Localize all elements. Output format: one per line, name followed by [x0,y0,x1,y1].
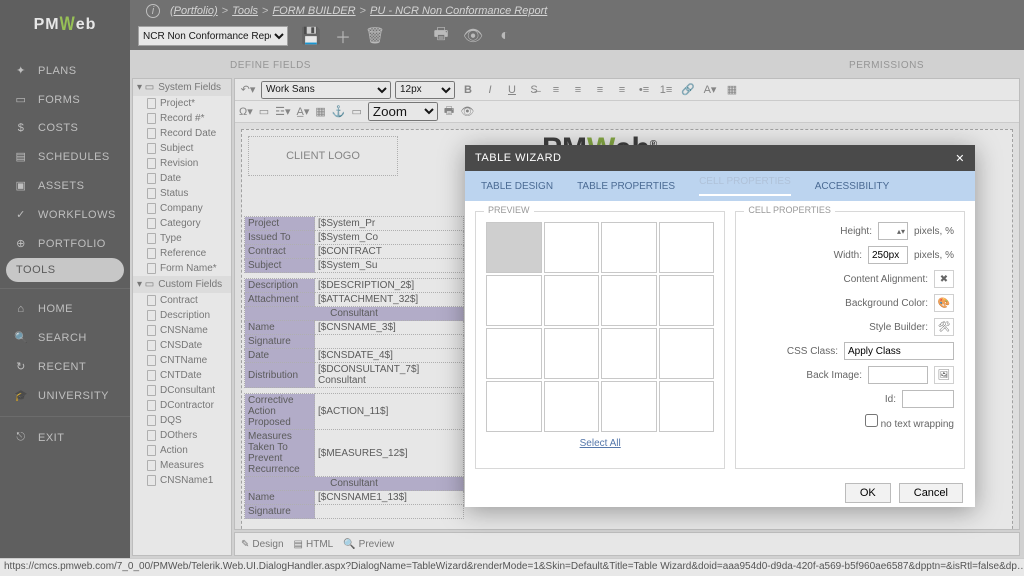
grid-cell-selected[interactable] [486,222,542,273]
cell-properties-fieldset: CELL PROPERTIES Height:▴▾pixels, % Width… [735,211,965,469]
grid-cell[interactable] [659,275,715,326]
grid-cell[interactable] [544,328,600,379]
style-builder-button[interactable]: 🛠 [934,318,954,336]
grid-cell[interactable] [601,222,657,273]
bgcolor-label: Background Color: [845,298,928,309]
browser-status-bar: https://cmcs.pmweb.com/7_0_00/PMWeb/Tele… [0,558,1024,576]
alignment-label: Content Alignment: [844,274,929,285]
image-browse-icon[interactable]: 🖼 [934,366,954,384]
modal-footer: OK Cancel [465,479,975,507]
grid-cell[interactable] [544,222,600,273]
id-input[interactable] [902,390,954,408]
backimage-label: Back Image: [806,370,862,381]
tab-table-properties[interactable]: TABLE PROPERTIES [577,181,675,192]
width-label: Width: [834,250,862,261]
grid-cell[interactable] [659,222,715,273]
grid-cell[interactable] [544,381,600,432]
css-label: CSS Class: [787,346,838,357]
height-input[interactable]: ▴▾ [878,222,908,240]
modal-title: TABLE WIZARD [475,152,561,164]
tab-accessibility[interactable]: ACCESSIBILITY [815,181,889,192]
grid-cell[interactable] [601,328,657,379]
tab-table-design[interactable]: TABLE DESIGN [481,181,553,192]
grid-cell[interactable] [601,275,657,326]
tab-cell-properties[interactable]: CELL PROPERTIES [699,176,791,196]
cell-properties-legend: CELL PROPERTIES [744,205,835,215]
modal-title-bar: TABLE WIZARD ✕ [465,145,975,171]
close-icon[interactable]: ✕ [955,152,965,165]
id-label: Id: [885,394,896,405]
ok-button[interactable]: OK [845,483,891,503]
backimage-input[interactable] [868,366,928,384]
alignment-picker[interactable]: ✖ [934,270,954,288]
preview-fieldset: PREVIEW Select All [475,211,725,469]
grid-cell[interactable] [486,275,542,326]
table-preview-grid[interactable] [486,222,714,432]
grid-cell[interactable] [659,328,715,379]
height-label: Height: [840,226,872,237]
grid-cell[interactable] [486,381,542,432]
nowrap-checkbox[interactable]: no text wrapping [865,414,954,430]
preview-legend: PREVIEW [484,205,534,215]
cancel-button[interactable]: Cancel [899,483,963,503]
grid-cell[interactable] [601,381,657,432]
grid-cell[interactable] [486,328,542,379]
grid-cell[interactable] [544,275,600,326]
bgcolor-picker[interactable]: 🎨 [934,294,954,312]
modal-tabs: TABLE DESIGN TABLE PROPERTIES CELL PROPE… [465,171,975,201]
style-label: Style Builder: [869,322,928,333]
width-input[interactable] [868,246,908,264]
css-class-input[interactable] [844,342,954,360]
select-all-link[interactable]: Select All [486,438,714,449]
grid-cell[interactable] [659,381,715,432]
table-wizard-modal: TABLE WIZARD ✕ TABLE DESIGN TABLE PROPER… [465,145,975,507]
